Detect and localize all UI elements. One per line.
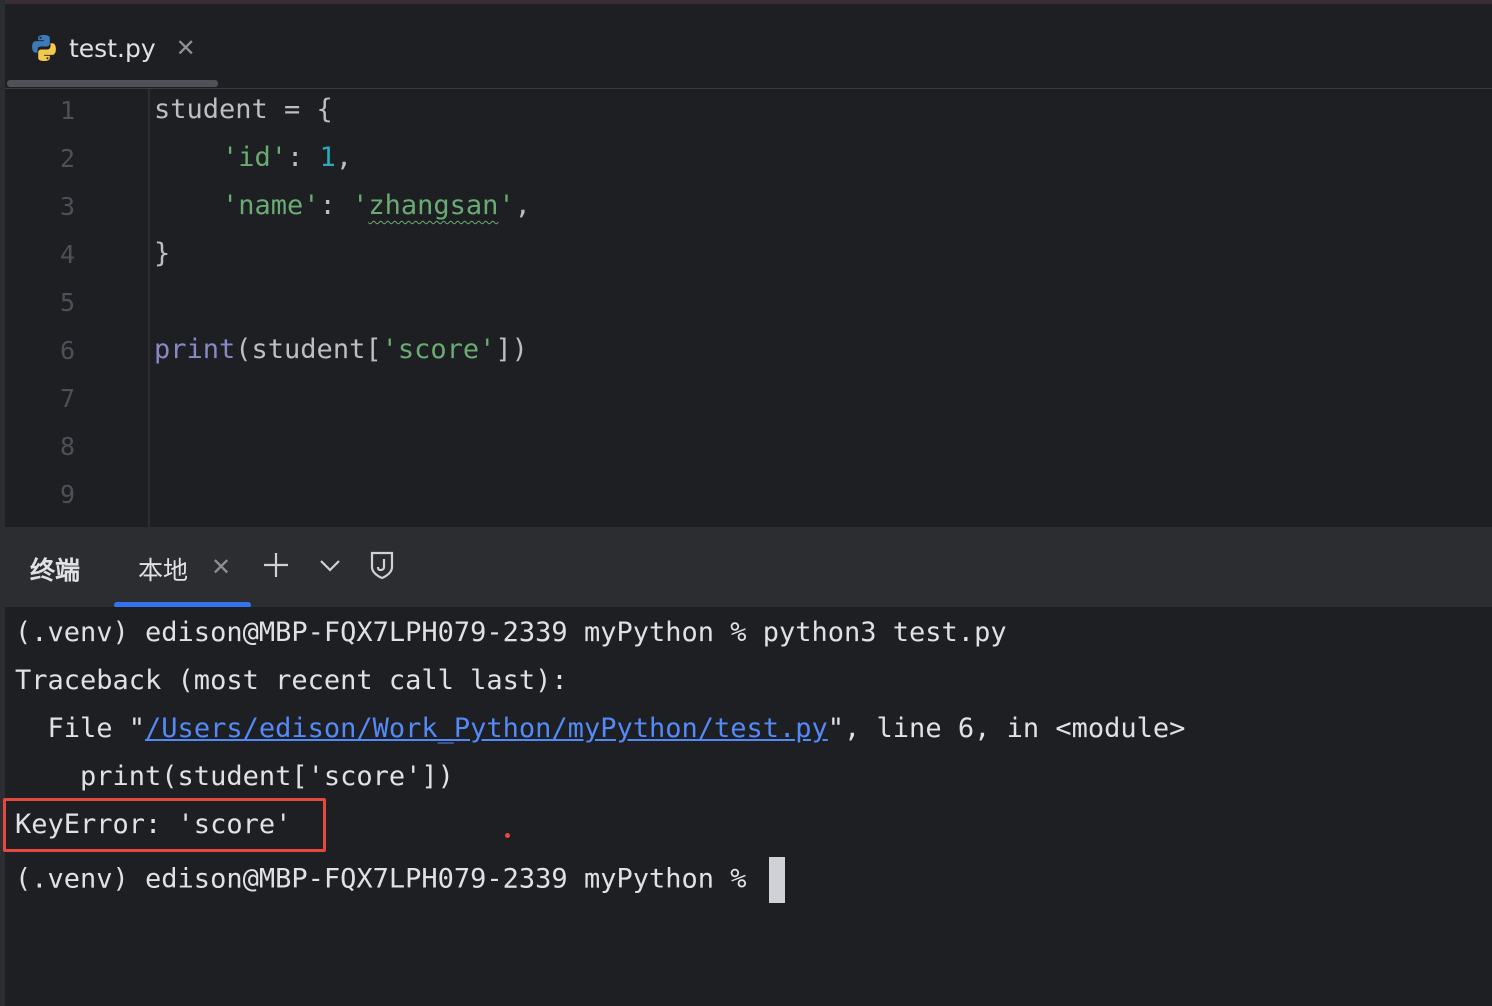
gutter-divider — [148, 89, 150, 527]
terminal-prompt-line: (.venv) edison@MBP-FQX7LPH079-2339 myPyt… — [15, 857, 785, 903]
code-line-2: 'id': 1, — [222, 142, 352, 173]
code-text: (student[ — [235, 334, 382, 365]
plus-icon[interactable] — [258, 547, 294, 583]
tab-test-py[interactable]: test.py ✕ — [29, 26, 196, 70]
code-line-6: print(student['score']) — [154, 334, 528, 365]
code-editor[interactable]: 1 2 3 4 5 6 7 8 9 student = { 'id': 1, '… — [5, 89, 1492, 527]
string-literal: 'name' — [222, 190, 320, 221]
prompt-text: (.venv) edison@MBP-FQX7LPH079-2339 myPyt… — [15, 863, 763, 895]
editor-tab-bar: test.py ✕ — [5, 4, 1492, 89]
line-number: 1 — [59, 96, 75, 125]
code-line-4: } — [154, 238, 170, 269]
code-text: ]) — [495, 334, 528, 365]
chevron-down-icon[interactable] — [312, 547, 348, 583]
code-text: } — [154, 238, 171, 269]
string-literal: 'id' — [222, 142, 288, 173]
line-number: 8 — [59, 432, 75, 461]
code-line-3: 'name': 'zhangsan', — [222, 190, 531, 221]
annotation-dot — [505, 833, 510, 838]
terminal-output[interactable]: (.venv) edison@MBP-FQX7LPH079-2339 myPyt… — [3, 607, 1492, 1006]
line-number: 2 — [59, 144, 75, 173]
string-quote: ' — [352, 190, 369, 221]
code-text: student = { — [154, 94, 333, 125]
traceback-text: File " — [15, 713, 146, 744]
traceback-code-line: print(student['score']) — [15, 761, 454, 792]
line-number: 3 — [59, 192, 75, 221]
terminal-command-line: (.venv) edison@MBP-FQX7LPH079-2339 myPyt… — [15, 617, 1007, 648]
traceback-text: ", line 6, in <module> — [827, 713, 1186, 744]
file-path-link[interactable]: /Users/edison/Work_Python/myPython/test.… — [145, 713, 828, 744]
tab-filename: test.py — [69, 33, 156, 63]
terminal-cursor[interactable] — [768, 857, 785, 903]
close-icon[interactable]: ✕ — [176, 34, 196, 62]
code-text: , — [335, 142, 353, 173]
code-line-1: student = { — [154, 94, 333, 125]
typo-warning-string[interactable]: zhangsan — [368, 190, 498, 221]
string-literal: 'score' — [381, 334, 496, 365]
code-text: , — [514, 190, 531, 221]
terminal-title: 终端 — [30, 556, 81, 585]
line-number: 7 — [59, 384, 75, 413]
code-text: : — [319, 190, 353, 221]
close-icon[interactable]: ✕ — [211, 553, 231, 581]
line-number: 5 — [59, 288, 75, 317]
terminal-toolbar: 终端 本地 ✕ — [5, 527, 1492, 608]
code-text: : — [287, 142, 320, 173]
builtin-function: print — [154, 334, 236, 365]
traceback-file-line: File "/Users/edison/Work_Python/myPython… — [15, 713, 1186, 744]
error-highlight-box — [3, 798, 326, 852]
string-quote: ' — [498, 190, 515, 221]
shield-icon[interactable] — [364, 547, 400, 583]
line-number: 6 — [59, 336, 75, 365]
terminal-tab-local[interactable]: 本地 — [138, 551, 188, 587]
traceback-header: Traceback (most recent call last): — [15, 665, 568, 696]
line-number: 4 — [59, 240, 75, 269]
python-icon — [32, 35, 56, 61]
active-tab-indicator — [7, 80, 218, 87]
line-number: 9 — [59, 480, 75, 509]
number-literal: 1 — [319, 142, 336, 173]
